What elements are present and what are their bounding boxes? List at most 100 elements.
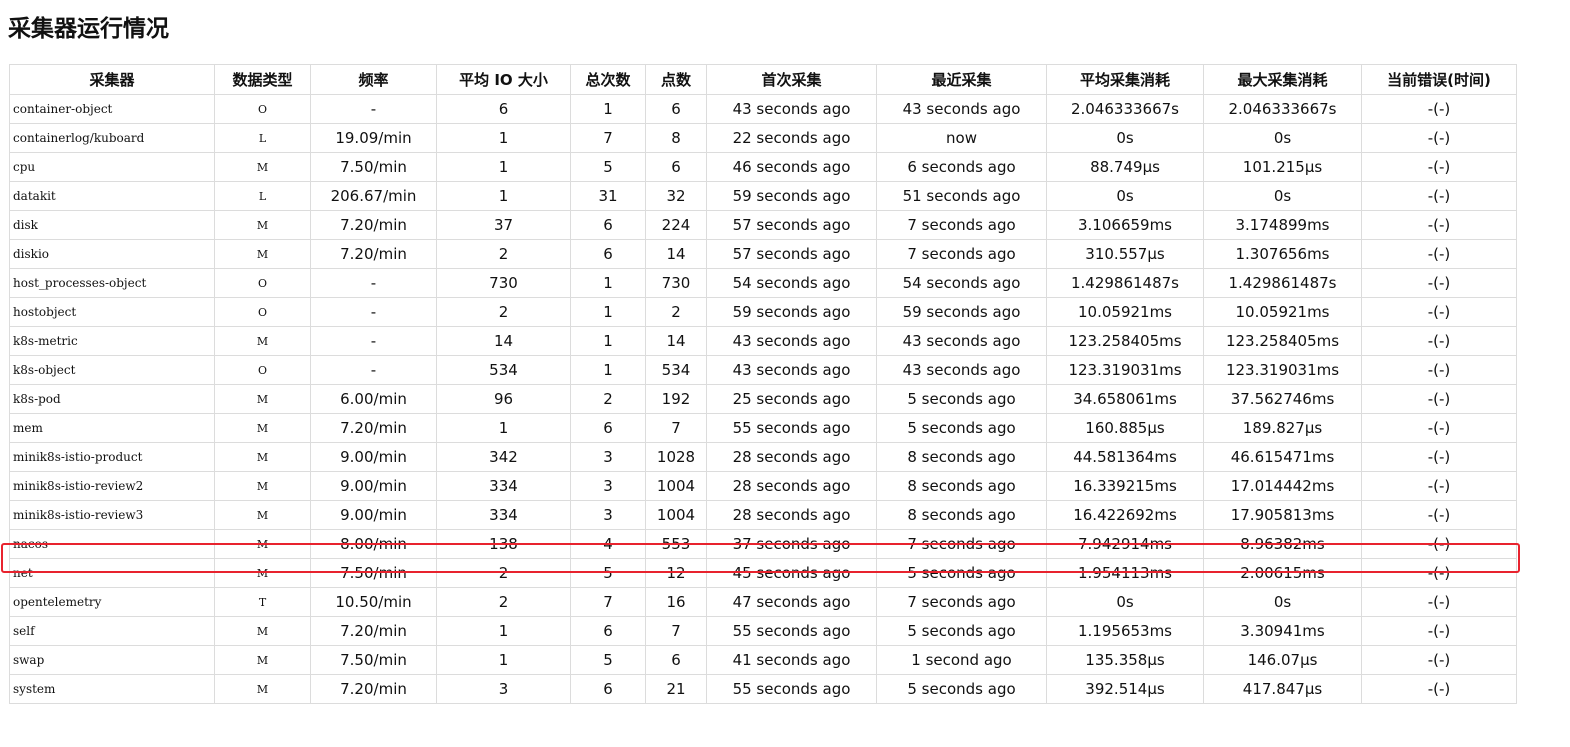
cell-first-collect: 45 seconds ago [706,558,877,588]
cell-points: 7 [645,616,707,646]
cell-avg-io-size: 1 [436,152,571,182]
cell-total-count: 6 [570,674,646,704]
cell-avg-cost: 0s [1046,123,1204,153]
cell-avg-io-size: 2 [436,558,571,588]
table-row: disk M 7.20/min 37 6 224 57 seconds ago 7 secon… [9,210,1517,240]
cell-data-type: M [214,239,311,269]
cell-data-type: M [214,471,311,501]
cell-current-error: -(-) [1361,471,1517,501]
cell-avg-cost: 3.106659ms [1046,210,1204,240]
cell-frequency: 9.00/min [310,442,437,472]
cell-avg-io-size: 138 [436,529,571,559]
cell-data-type: M [214,500,311,530]
cell-max-cost: 37.562746ms [1203,384,1362,414]
cell-frequency: 7.20/min [310,210,437,240]
cell-avg-cost: 2.046333667s [1046,94,1204,124]
cell-first-collect: 47 seconds ago [706,587,877,617]
table-row: self M 7.20/min 1 6 7 55 seconds ago 5 seconds … [9,616,1517,646]
cell-first-collect: 43 seconds ago [706,326,877,356]
cell-last-collect: 5 seconds ago [876,413,1047,443]
table-row: k8s-object O -534 1 534 43 seconds ago 43 seco… [9,355,1517,385]
cell-collector: disk [9,210,215,240]
table-row: k8s-metric M -14 1 14 43 seconds ago 43 second… [9,326,1517,356]
cell-frequency: 8.00/min [310,529,437,559]
cell-last-collect: 5 seconds ago [876,674,1047,704]
cell-frequency: 10.50/min [310,587,437,617]
table-header: 采集器 数据类型 频率 平均 IO 大小 总次数 点数 首次采集 最近采集 平均采集消耗 最大采集… [9,64,1517,95]
cell-data-type: M [214,558,311,588]
cell-last-collect: 7 seconds ago [876,587,1047,617]
cell-last-collect: 43 seconds ago [876,355,1047,385]
cell-avg-cost: 123.258405ms [1046,326,1204,356]
cell-avg-io-size: 6 [436,94,571,124]
cell-last-collect: 8 seconds ago [876,442,1047,472]
cell-points: 1028 [645,442,707,472]
cell-frequency: 7.20/min [310,413,437,443]
cell-collector: cpu [9,152,215,182]
cell-current-error: -(-) [1361,674,1517,704]
cell-first-collect: 22 seconds ago [706,123,877,153]
cell-last-collect: 8 seconds ago [876,500,1047,530]
cell-max-cost: 10.05921ms [1203,297,1362,327]
header-col-frequency: 频率 [310,64,437,95]
cell-total-count: 1 [570,268,646,298]
cell-collector: opentelemetry [9,587,215,617]
cell-first-collect: 59 seconds ago [706,297,877,327]
cell-collector: minik8s-istio-review2 [9,471,215,501]
cell-avg-io-size: 14 [436,326,571,356]
cell-avg-cost: 0s [1046,181,1204,211]
cell-points: 1004 [645,500,707,530]
cell-points: 12 [645,558,707,588]
cell-collector: nacos [9,529,215,559]
cell-avg-io-size: 2 [436,239,571,269]
cell-points: 21 [645,674,707,704]
cell-collector: diskio [9,239,215,269]
cell-total-count: 5 [570,558,646,588]
cell-max-cost: 3.30941ms [1203,616,1362,646]
cell-first-collect: 37 seconds ago [706,529,877,559]
cell-max-cost: 8.96382ms [1203,529,1362,559]
header-col-avg-cost: 平均采集消耗 [1046,64,1204,95]
table-row: opentelemetry T 10.50/min 2 7 16 47 seconds ag… [9,587,1517,617]
cell-avg-io-size: 342 [436,442,571,472]
header-row: 采集器 数据类型 频率 平均 IO 大小 总次数 点数 首次采集 最近采集 平均采集消耗 最大采集… [9,64,1517,95]
collector-stats-table: 采集器 数据类型 频率 平均 IO 大小 总次数 点数 首次采集 最近采集 平均采集消耗 最大采集… [9,64,1517,704]
cell-first-collect: 54 seconds ago [706,268,877,298]
cell-last-collect: 7 seconds ago [876,239,1047,269]
cell-data-type: O [214,268,311,298]
header-col-points: 点数 [645,64,707,95]
cell-frequency: 6.00/min [310,384,437,414]
cell-data-type: M [214,326,311,356]
cell-frequency: - [310,297,437,327]
cell-first-collect: 57 seconds ago [706,239,877,269]
cell-points: 14 [645,326,707,356]
cell-avg-io-size: 1 [436,413,571,443]
cell-frequency: - [310,94,437,124]
cell-points: 6 [645,152,707,182]
cell-frequency: - [310,268,437,298]
cell-points: 32 [645,181,707,211]
cell-max-cost: 0s [1203,123,1362,153]
table-row: minik8s-istio-review2 M 9.00/min 334 3 1004 28… [9,471,1517,501]
cell-current-error: -(-) [1361,529,1517,559]
cell-data-type: M [214,210,311,240]
header-col-first-collect: 首次采集 [706,64,877,95]
cell-total-count: 1 [570,94,646,124]
table-row: containerlog/kuboard L 19.09/min 1 7 8 22 seco… [9,123,1517,153]
header-col-max-cost: 最大采集消耗 [1203,64,1362,95]
cell-first-collect: 43 seconds ago [706,355,877,385]
cell-avg-cost: 1.195653ms [1046,616,1204,646]
cell-avg-cost: 88.749µs [1046,152,1204,182]
cell-points: 224 [645,210,707,240]
table-row: net M 7.50/min 2 5 12 45 seconds ago 5 seconds … [9,558,1517,588]
cell-collector: minik8s-istio-review3 [9,500,215,530]
cell-current-error: -(-) [1361,94,1517,124]
cell-total-count: 4 [570,529,646,559]
cell-current-error: -(-) [1361,355,1517,385]
cell-collector: k8s-pod [9,384,215,414]
cell-current-error: -(-) [1361,123,1517,153]
cell-first-collect: 28 seconds ago [706,500,877,530]
cell-avg-io-size: 96 [436,384,571,414]
cell-current-error: -(-) [1361,268,1517,298]
cell-data-type: O [214,297,311,327]
